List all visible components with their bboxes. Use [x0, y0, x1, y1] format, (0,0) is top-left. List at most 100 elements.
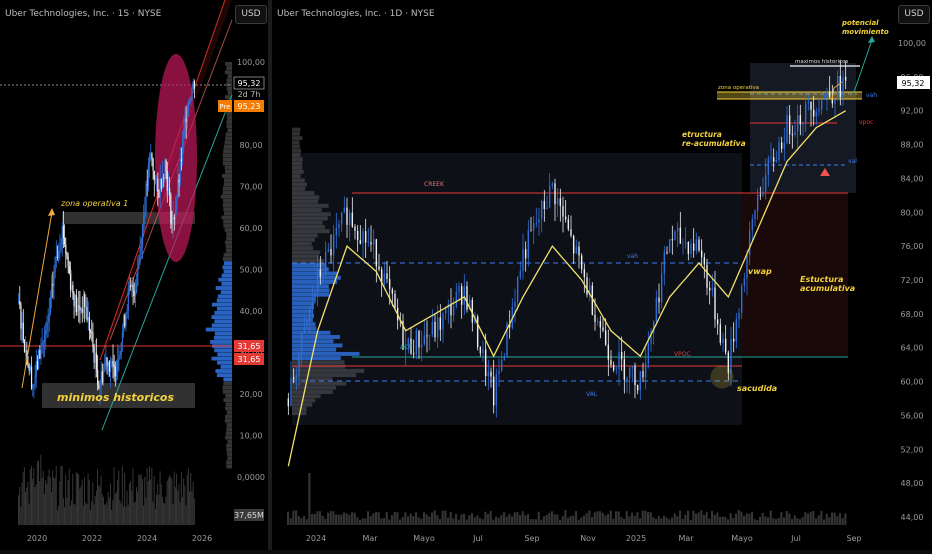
volume-bar — [364, 518, 367, 525]
volume-profile-bar — [214, 311, 232, 315]
candle-body — [554, 183, 556, 205]
candle-body — [738, 312, 740, 320]
candle-body — [375, 239, 378, 267]
candle-body — [28, 366, 30, 371]
candle-body — [113, 364, 115, 367]
candle-body — [772, 157, 775, 162]
candle-body — [82, 294, 85, 313]
time-tick-label: Jul — [472, 534, 483, 543]
shakeout-label: sacudida — [737, 384, 777, 393]
shakeout-circle — [710, 365, 734, 389]
daily-chart[interactable]: Uber Technologies, Inc. · 1D · NYSE pote… — [272, 0, 932, 550]
volume-bar — [46, 484, 48, 525]
volume-bar — [98, 485, 100, 525]
volume-bar — [815, 518, 818, 525]
volume-profile-bar — [292, 271, 338, 276]
volume-profile-bar — [226, 423, 232, 427]
time-tick-label: 2026 — [192, 534, 212, 543]
volume-bar — [335, 514, 338, 525]
volume-bar — [839, 513, 842, 525]
candle-body — [724, 338, 727, 353]
volume-bar — [580, 517, 583, 525]
volume-bar — [165, 496, 167, 525]
candle-body — [130, 285, 132, 287]
daily-chart-panel[interactable]: Uber Technologies, Inc. · 1D · NYSE pote… — [272, 0, 932, 550]
candle-body — [828, 91, 831, 98]
volume-bar — [623, 518, 626, 525]
volume-bar — [332, 511, 335, 525]
candle-body — [68, 266, 70, 274]
volume-bar — [615, 511, 618, 525]
candle-body — [458, 286, 460, 292]
volume-bar — [705, 512, 708, 525]
volume-profile-bar — [292, 360, 345, 365]
volume-bar — [391, 515, 394, 525]
price-tick-label: 80,00 — [240, 141, 263, 150]
volume-bar — [641, 510, 644, 525]
volume-bar — [791, 519, 794, 525]
volume-bar — [599, 511, 602, 525]
volume-bar — [171, 478, 173, 525]
price-axis[interactable]: 100,0096,0092,0088,0084,0080,0076,0072,0… — [898, 39, 926, 522]
candle-body — [684, 242, 687, 244]
currency-button[interactable]: USD — [235, 5, 267, 24]
volume-bar — [420, 518, 423, 525]
candle-body — [546, 207, 548, 210]
volume-bar — [156, 494, 158, 525]
volume-bar — [39, 481, 41, 525]
candle-body — [177, 179, 179, 199]
price-tick-label: 40,00 — [240, 307, 263, 316]
volume-profile-bar — [292, 364, 346, 369]
time-axis[interactable]: 2024 Mar Mayo Jul Sep Nov 2025 Mar Mayo Jul Sep — [306, 534, 862, 543]
volume-profile-bar — [221, 174, 232, 178]
candle-body — [634, 365, 636, 386]
volume-bar — [139, 475, 141, 525]
volume-bar — [170, 476, 172, 525]
volume-profile-bar — [215, 286, 232, 290]
arrow-head-icon — [868, 36, 875, 43]
candle-body — [69, 273, 72, 290]
candle-body — [666, 252, 668, 254]
volume-profile-bar — [223, 219, 232, 224]
candle-body — [20, 304, 22, 329]
candle-body — [348, 212, 351, 225]
volume-bar — [727, 519, 730, 525]
volume-bar — [321, 515, 324, 525]
volume-profile-bar — [292, 406, 307, 411]
volume-bar — [173, 471, 175, 525]
volume-bar — [476, 515, 479, 525]
price-axis[interactable]: 100,0090,0080,0070,0060,0050,0040,0030,0… — [237, 58, 265, 482]
volume-bar — [148, 466, 150, 525]
time-tick-label: Sep — [846, 534, 861, 543]
candle-body — [167, 187, 170, 191]
candle-body — [599, 321, 602, 328]
candle-body — [418, 330, 420, 348]
volume-profile-bar — [225, 62, 232, 66]
weekly-chart-panel[interactable]: Uber Technologies, Inc. · 1S · NYSE zona… — [0, 0, 268, 550]
weekly-chart[interactable]: Uber Technologies, Inc. · 1S · NYSE zona… — [0, 0, 268, 550]
time-axis[interactable]: 2020 2022 2024 2026 — [27, 534, 212, 543]
volume-bar — [152, 501, 154, 525]
candle-body — [107, 361, 109, 367]
volume-profile-bar — [225, 414, 232, 419]
candle-body — [572, 235, 575, 254]
candle-body — [503, 356, 506, 360]
candle-body — [372, 239, 375, 245]
candle-body — [495, 374, 498, 406]
candle-body — [319, 269, 322, 277]
candle-body — [583, 269, 586, 278]
candle-body — [61, 226, 63, 245]
candle-body — [81, 308, 83, 313]
volume-bar — [553, 514, 556, 525]
candle-body — [74, 294, 76, 307]
volume-bar — [303, 515, 306, 525]
volume-bar — [163, 502, 165, 525]
volume-bar — [84, 477, 86, 525]
volume-bar — [671, 517, 674, 525]
currency-button[interactable]: USD — [898, 5, 930, 24]
candle-body — [97, 369, 99, 385]
volume-bar — [292, 510, 295, 525]
volume-profile-bar — [216, 373, 232, 378]
volume-bar — [93, 504, 95, 525]
candle-body — [394, 293, 396, 308]
